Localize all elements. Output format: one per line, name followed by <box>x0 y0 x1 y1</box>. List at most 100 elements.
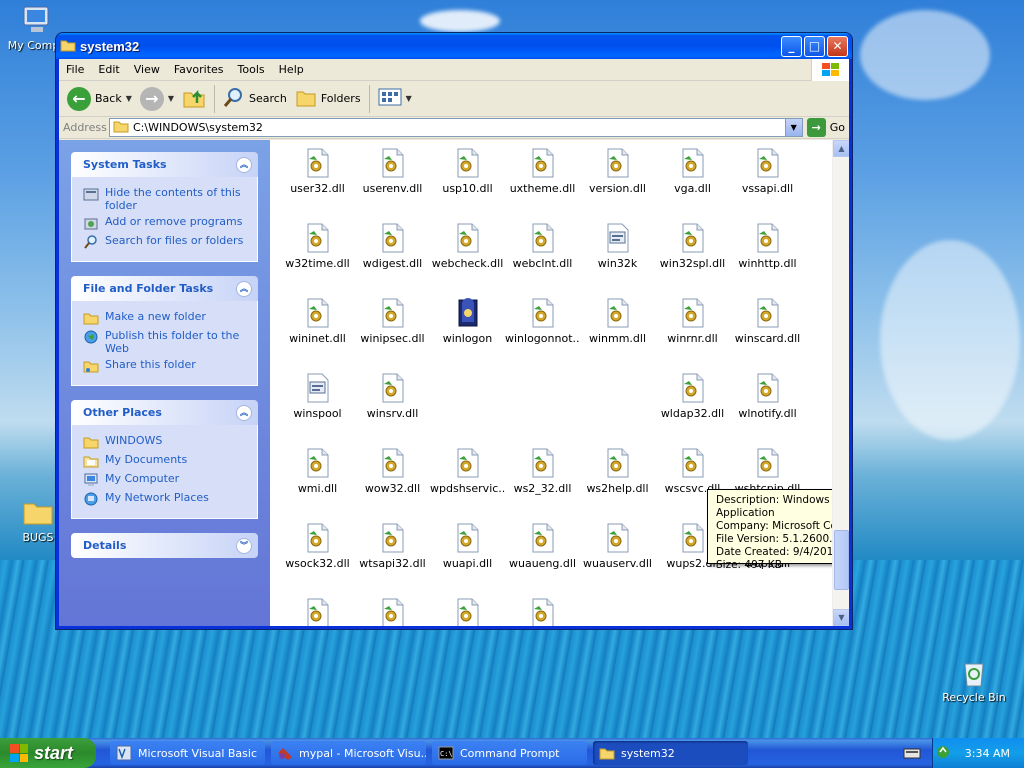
scroll-up-button[interactable]: ▲ <box>833 140 849 157</box>
file-item[interactable]: wininet.dll <box>280 298 355 345</box>
dll-file-icon <box>606 298 630 328</box>
scroll-thumb[interactable] <box>834 530 849 590</box>
file-item[interactable]: userenv.dll <box>355 148 430 195</box>
file-item[interactable]: wscsvc.dll <box>655 448 730 495</box>
file-item[interactable]: winspool <box>280 373 355 420</box>
file-item[interactable]: version.dll <box>580 148 655 195</box>
taskbar-button-system32[interactable]: system32 <box>593 741 748 765</box>
file-item[interactable]: wlnotify.dll <box>730 373 805 420</box>
menu-file[interactable]: File <box>59 63 91 76</box>
file-item[interactable]: winscard.dll <box>730 298 805 345</box>
file-item[interactable]: winlogonnot... <box>505 298 580 345</box>
file-item[interactable]: w32time.dll <box>280 223 355 270</box>
menu-favorites[interactable]: Favorites <box>167 63 231 76</box>
collapse-icon[interactable]: ︽ <box>236 280 252 297</box>
back-button[interactable]: ← Back ▼ <box>63 84 136 114</box>
file-item[interactable]: vga.dll <box>655 148 730 195</box>
dll-file-icon <box>606 523 630 553</box>
file-list-area[interactable]: user32.dll userenv.dll usp10.dll uxtheme.dl… <box>270 140 849 626</box>
taskbar-button-mypal[interactable]: mypal - Microsoft Visu... <box>271 741 426 765</box>
file-item[interactable]: uxtheme.dll <box>505 148 580 195</box>
file-item[interactable]: winhttp.dll <box>730 223 805 270</box>
title-bar[interactable]: system32 _ □ ✕ <box>56 33 852 59</box>
file-item[interactable]: winrnr.dll <box>655 298 730 345</box>
file-item[interactable]: wuapi.dll <box>430 523 505 570</box>
file-item[interactable]: ws2help.dll <box>580 448 655 495</box>
address-dropdown-button[interactable]: ▼ <box>784 119 802 136</box>
other-places-header[interactable]: Other Places ︽ <box>71 400 258 425</box>
file-item[interactable]: ws2_32.dll <box>505 448 580 495</box>
task-search-files[interactable]: Search for files or folders <box>83 234 249 250</box>
file-item[interactable]: win32k <box>580 223 655 270</box>
keyboard-icon[interactable] <box>903 745 921 764</box>
file-item[interactable]: webclnt.dll <box>505 223 580 270</box>
expand-icon[interactable]: ︾ <box>236 537 252 554</box>
taskbar-button-command-prompt[interactable]: C:\ Command Prompt <box>432 741 587 765</box>
chevron-down-icon[interactable]: ▼ <box>126 94 132 103</box>
task-publish-folder[interactable]: Publish this folder to the Web <box>83 329 249 355</box>
chevron-down-icon[interactable]: ▼ <box>406 94 412 103</box>
file-item[interactable]: winipsec.dll <box>355 298 430 345</box>
file-item[interactable] <box>355 598 430 626</box>
file-item[interactable]: usp10.dll <box>430 148 505 195</box>
task-add-remove-programs[interactable]: Add or remove programs <box>83 215 249 231</box>
file-item[interactable]: wmi.dll <box>280 448 355 495</box>
details-header[interactable]: Details ︾ <box>71 533 258 558</box>
scroll-down-button[interactable]: ▼ <box>833 609 849 626</box>
menu-view[interactable]: View <box>127 63 167 76</box>
close-button[interactable]: ✕ <box>827 35 848 57</box>
collapse-icon[interactable]: ︽ <box>236 404 252 421</box>
task-share-folder[interactable]: Share this folder <box>83 358 249 374</box>
forward-button[interactable]: → ▼ <box>136 84 178 114</box>
file-item[interactable]: wuauserv.dll <box>580 523 655 570</box>
file-item[interactable]: webcheck.dll <box>430 223 505 270</box>
maximize-button[interactable]: □ <box>804 35 825 57</box>
clock[interactable]: 3:34 AM <box>965 747 1010 760</box>
place-my-documents[interactable]: My Documents <box>83 453 249 469</box>
folders-button[interactable]: Folders <box>291 84 365 114</box>
minimize-button[interactable]: _ <box>781 35 802 57</box>
file-item[interactable]: wtsapi32.dll <box>355 523 430 570</box>
collapse-icon[interactable]: ︽ <box>236 156 252 173</box>
file-item[interactable]: wshtcpip.dll <box>730 448 805 495</box>
file-item[interactable] <box>280 598 355 626</box>
file-item[interactable] <box>505 598 580 626</box>
taskbar-button-visual-basic[interactable]: Microsoft Visual Basic <box>110 741 265 765</box>
file-label: winlogon <box>442 332 493 345</box>
dll-file-icon <box>306 148 330 178</box>
place-my-computer[interactable]: My Computer <box>83 472 249 488</box>
place-my-network-places[interactable]: My Network Places <box>83 491 249 507</box>
file-item[interactable]: winlogon <box>430 298 505 345</box>
file-item[interactable]: win32spl.dll <box>655 223 730 270</box>
file-item[interactable]: winsrv.dll <box>355 373 430 420</box>
file-item[interactable]: wdigest.dll <box>355 223 430 270</box>
file-item[interactable]: wsock32.dll <box>280 523 355 570</box>
file-item[interactable]: vssapi.dll <box>730 148 805 195</box>
file-item[interactable]: user32.dll <box>280 148 355 195</box>
file-folder-tasks-header[interactable]: File and Folder Tasks ︽ <box>71 276 258 301</box>
task-hide-contents[interactable]: Hide the contents of this folder <box>83 186 249 212</box>
menu-tools[interactable]: Tools <box>231 63 272 76</box>
go-button[interactable]: → Go <box>806 118 845 137</box>
file-item[interactable] <box>430 598 505 626</box>
start-button[interactable]: start <box>0 738 96 768</box>
file-item[interactable]: wuaueng.dll <box>505 523 580 570</box>
file-item[interactable]: wow32.dll <box>355 448 430 495</box>
task-make-new-folder[interactable]: Make a new folder <box>83 310 249 326</box>
address-input[interactable]: C:\WINDOWS\system32 ▼ <box>109 118 803 137</box>
file-item[interactable]: wpdshservic... <box>430 448 505 495</box>
vertical-scrollbar[interactable]: ▲ ▼ <box>832 140 849 626</box>
file-item[interactable]: winmm.dll <box>580 298 655 345</box>
menu-edit[interactable]: Edit <box>91 63 126 76</box>
file-label: wsock32.dll <box>285 557 350 570</box>
search-button[interactable]: Search <box>219 84 291 114</box>
system-tasks-header[interactable]: System Tasks ︽ <box>71 152 258 177</box>
file-item[interactable]: wldap32.dll <box>655 373 730 420</box>
desktop-icon-recycle-bin[interactable]: Recycle Bin <box>939 656 1009 704</box>
up-button[interactable] <box>178 84 210 114</box>
tray-icon[interactable] <box>935 744 951 763</box>
views-button[interactable]: ▼ <box>374 84 416 114</box>
place-windows[interactable]: WINDOWS <box>83 434 249 450</box>
chevron-down-icon[interactable]: ▼ <box>168 94 174 103</box>
menu-help[interactable]: Help <box>272 63 311 76</box>
